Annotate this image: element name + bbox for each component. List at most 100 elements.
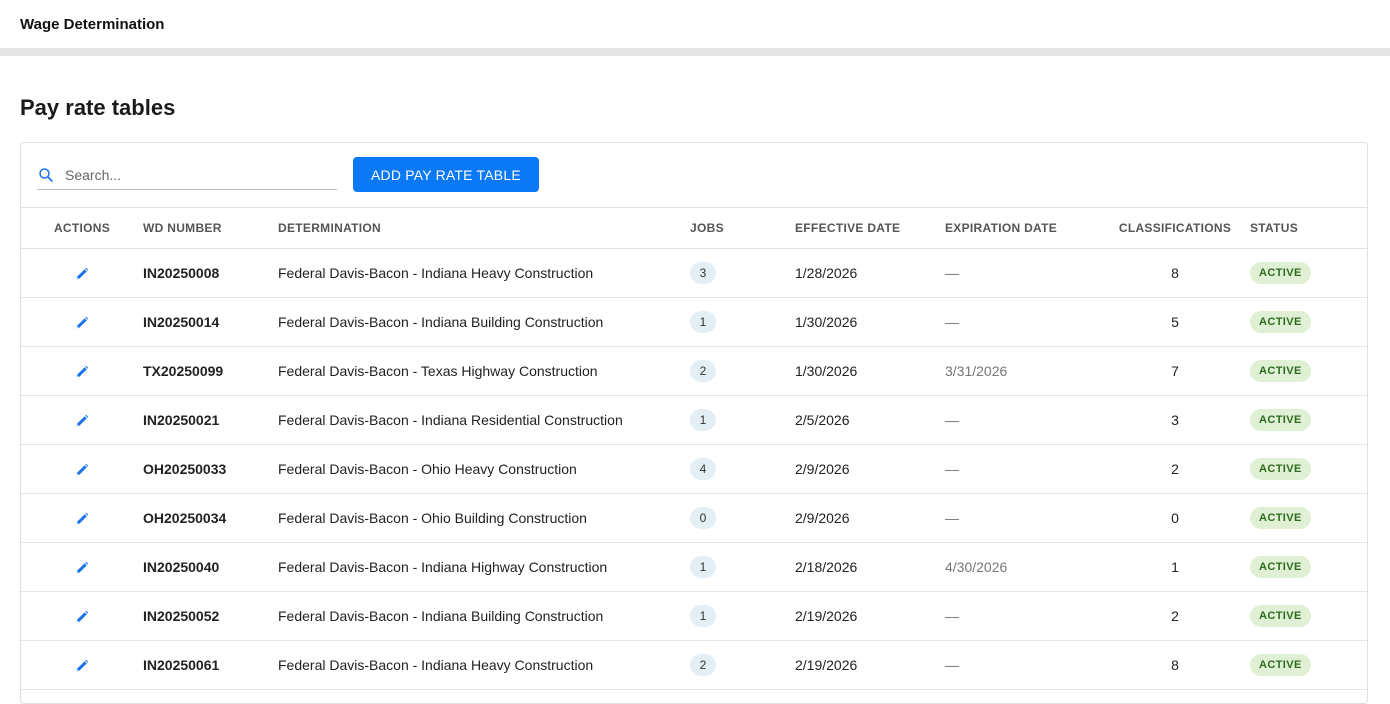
wd-number: OH20250034 bbox=[143, 510, 227, 526]
edit-pencil-icon[interactable] bbox=[74, 658, 90, 674]
jobs-count-badge: 1 bbox=[690, 311, 716, 333]
table-body: IN20250008 Federal Davis-Bacon - Indiana … bbox=[21, 248, 1367, 690]
status-badge: ACTIVE bbox=[1250, 360, 1311, 382]
classifications-count: 2 bbox=[1171, 461, 1179, 477]
status-badge: ACTIVE bbox=[1250, 605, 1311, 627]
search-input[interactable] bbox=[63, 166, 327, 184]
actions-cell bbox=[21, 640, 143, 690]
effective-date: 2/18/2026 bbox=[795, 559, 858, 575]
wd-number: IN20250061 bbox=[143, 657, 220, 673]
table-row[interactable]: IN20250008 Federal Davis-Bacon - Indiana … bbox=[21, 248, 1367, 298]
classifications-count: 0 bbox=[1171, 510, 1179, 526]
actions-cell bbox=[21, 297, 143, 347]
search-field[interactable] bbox=[37, 161, 337, 190]
classifications-count: 8 bbox=[1171, 265, 1179, 281]
effective-date: 2/9/2026 bbox=[795, 510, 850, 526]
actions-cell bbox=[21, 542, 143, 592]
expiration-date: 4/30/2026 bbox=[945, 559, 1008, 575]
actions-cell bbox=[21, 248, 143, 298]
table-row[interactable]: OH20250033 Federal Davis-Bacon - Ohio Hea… bbox=[21, 444, 1367, 494]
column-header-expiration-date[interactable]: EXPIRATION DATE bbox=[945, 208, 1100, 249]
status-badge: ACTIVE bbox=[1250, 262, 1311, 284]
determination-text: Federal Davis-Bacon - Indiana Heavy Cons… bbox=[278, 657, 594, 673]
column-header-effective-date[interactable]: EFFECTIVE DATE bbox=[795, 208, 945, 249]
table-toolbar: ADD PAY RATE TABLE bbox=[21, 143, 1367, 208]
page-title: Pay rate tables bbox=[20, 95, 176, 120]
determination-text: Federal Davis-Bacon - Indiana Residentia… bbox=[278, 412, 623, 428]
jobs-count-badge: 1 bbox=[690, 605, 716, 627]
status-badge: ACTIVE bbox=[1250, 409, 1311, 431]
column-header-status[interactable]: STATUS bbox=[1250, 208, 1367, 249]
status-badge: ACTIVE bbox=[1250, 654, 1311, 676]
classifications-count: 5 bbox=[1171, 314, 1179, 330]
table-row[interactable]: TX20250099 Federal Davis-Bacon - Texas Hi… bbox=[21, 346, 1367, 396]
status-badge: ACTIVE bbox=[1250, 311, 1311, 333]
actions-cell bbox=[21, 346, 143, 396]
edit-pencil-icon[interactable] bbox=[74, 315, 90, 331]
classifications-count: 2 bbox=[1171, 608, 1179, 624]
edit-pencil-icon[interactable] bbox=[74, 511, 90, 527]
jobs-count-badge: 0 bbox=[690, 507, 716, 529]
effective-date: 2/9/2026 bbox=[795, 461, 850, 477]
edit-pencil-icon[interactable] bbox=[74, 560, 90, 576]
pay-rate-table: ACTIONS WD NUMBER DETERMINATION JOBS EFF… bbox=[21, 208, 1367, 690]
edit-pencil-icon[interactable] bbox=[74, 413, 90, 429]
actions-cell bbox=[21, 444, 143, 494]
determination-text: Federal Davis-Bacon - Indiana Building C… bbox=[278, 608, 604, 624]
wd-number: IN20250021 bbox=[143, 412, 220, 428]
determination-text: Federal Davis-Bacon - Texas Highway Cons… bbox=[278, 363, 598, 379]
classifications-count: 7 bbox=[1171, 363, 1179, 379]
column-header-determination[interactable]: DETERMINATION bbox=[278, 208, 690, 249]
table-row[interactable]: IN20250014 Federal Davis-Bacon - Indiana … bbox=[21, 297, 1367, 347]
edit-pencil-icon[interactable] bbox=[74, 364, 90, 380]
jobs-count-badge: 2 bbox=[690, 654, 716, 676]
table-row[interactable]: IN20250061 Federal Davis-Bacon - Indiana … bbox=[21, 640, 1367, 690]
add-pay-rate-table-button[interactable]: ADD PAY RATE TABLE bbox=[353, 157, 539, 192]
edit-pencil-icon[interactable] bbox=[74, 462, 90, 478]
edit-pencil-icon[interactable] bbox=[74, 266, 90, 282]
actions-cell bbox=[21, 395, 143, 445]
status-badge: ACTIVE bbox=[1250, 556, 1311, 578]
status-badge: ACTIVE bbox=[1250, 458, 1311, 480]
expiration-date: — bbox=[945, 412, 959, 428]
determination-text: Federal Davis-Bacon - Ohio Heavy Constru… bbox=[278, 461, 577, 477]
expiration-date: — bbox=[945, 510, 959, 526]
effective-date: 1/28/2026 bbox=[795, 265, 858, 281]
effective-date: 1/30/2026 bbox=[795, 363, 858, 379]
table-row[interactable]: IN20250052 Federal Davis-Bacon - Indiana … bbox=[21, 591, 1367, 641]
expiration-date: — bbox=[945, 461, 959, 477]
actions-cell bbox=[21, 591, 143, 641]
expiration-date: — bbox=[945, 265, 959, 281]
top-bar: Wage Determination bbox=[0, 0, 1390, 56]
wd-number: TX20250099 bbox=[143, 363, 224, 379]
classifications-count: 1 bbox=[1171, 559, 1179, 575]
wd-number: IN20250008 bbox=[143, 265, 220, 281]
table-header-row: ACTIONS WD NUMBER DETERMINATION JOBS EFF… bbox=[21, 208, 1367, 249]
effective-date: 1/30/2026 bbox=[795, 314, 858, 330]
wd-number: OH20250033 bbox=[143, 461, 227, 477]
actions-cell bbox=[21, 493, 143, 543]
classifications-count: 8 bbox=[1171, 657, 1179, 673]
classifications-count: 3 bbox=[1171, 412, 1179, 428]
edit-pencil-icon[interactable] bbox=[74, 609, 90, 625]
wd-number: IN20250052 bbox=[143, 608, 220, 624]
determination-text: Federal Davis-Bacon - Indiana Highway Co… bbox=[278, 559, 608, 575]
jobs-count-badge: 3 bbox=[690, 262, 716, 284]
expiration-date: — bbox=[945, 608, 959, 624]
table-row[interactable]: IN20250021 Federal Davis-Bacon - Indiana … bbox=[21, 395, 1367, 445]
table-row[interactable]: IN20250040 Federal Davis-Bacon - Indiana … bbox=[21, 542, 1367, 592]
column-header-jobs[interactable]: JOBS bbox=[690, 208, 795, 249]
wd-number: IN20250014 bbox=[143, 314, 220, 330]
expiration-date: 3/31/2026 bbox=[945, 363, 1008, 379]
effective-date: 2/5/2026 bbox=[795, 412, 850, 428]
determination-text: Federal Davis-Bacon - Ohio Building Cons… bbox=[278, 510, 587, 526]
wd-number: IN20250040 bbox=[143, 559, 220, 575]
column-header-wd-number[interactable]: WD NUMBER bbox=[143, 208, 278, 249]
table-row[interactable]: OH20250034 Federal Davis-Bacon - Ohio Bui… bbox=[21, 493, 1367, 543]
status-badge: ACTIVE bbox=[1250, 507, 1311, 529]
jobs-count-badge: 1 bbox=[690, 556, 716, 578]
effective-date: 2/19/2026 bbox=[795, 657, 858, 673]
column-header-actions[interactable]: ACTIONS bbox=[21, 208, 143, 249]
jobs-count-badge: 1 bbox=[690, 409, 716, 431]
column-header-classifications[interactable]: CLASSIFICATIONS bbox=[1100, 208, 1250, 249]
